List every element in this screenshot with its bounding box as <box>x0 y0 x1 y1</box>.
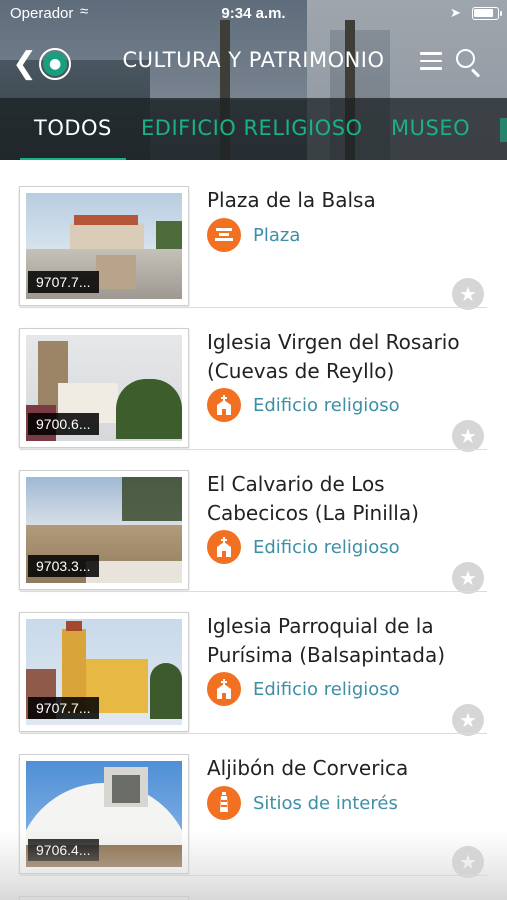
place-thumbnail[interactable] <box>19 896 189 900</box>
tab-next-partial[interactable] <box>500 118 507 142</box>
star-icon: ★ <box>459 424 477 448</box>
star-icon: ★ <box>459 708 477 732</box>
place-thumbnail[interactable]: 9703.3... <box>19 470 189 590</box>
search-icon[interactable] <box>455 48 485 78</box>
tab-museo[interactable]: MUSEO <box>391 116 470 140</box>
header: Operador ≈ 9:34 a.m. ➤ ❮ ● CULTURA Y PAT… <box>0 0 507 160</box>
battery-icon <box>472 7 502 20</box>
place-title[interactable]: Iglesia Parroquial de la Purísima (Balsa… <box>207 612 492 670</box>
place-thumbnail[interactable]: 9707.7... <box>19 612 189 732</box>
hamburger-menu-icon[interactable] <box>420 52 444 72</box>
list-item[interactable]: 9707.7... Iglesia Parroquial de la Purís… <box>0 592 507 736</box>
place-title[interactable]: Aljibón de Corverica <box>207 754 492 783</box>
category-label: Edificio religioso <box>253 678 400 700</box>
list-item[interactable]: 9703.3... El Calvario de Los Cabecicos (… <box>0 450 507 594</box>
place-title[interactable]: El Calvario de Los Cabecicos (La Pinilla… <box>207 470 492 528</box>
plaza-icon <box>207 218 241 252</box>
church-icon <box>207 672 241 706</box>
place-thumbnail[interactable]: 9700.6... <box>19 328 189 448</box>
place-code-badge: 9707.7... <box>28 697 99 719</box>
lighthouse-icon <box>207 786 241 820</box>
status-bar: Operador ≈ 9:34 a.m. ➤ <box>0 0 507 28</box>
favorite-star-button[interactable]: ★ <box>452 278 484 310</box>
star-icon: ★ <box>459 282 477 306</box>
list-item[interactable]: 9707.7... Plaza de la Balsa Plaza ★ <box>0 166 507 310</box>
place-category: Plaza <box>207 218 300 252</box>
place-category: Edificio religioso <box>207 530 400 564</box>
favorite-star-button[interactable]: ★ <box>452 704 484 736</box>
star-icon: ★ <box>459 566 477 590</box>
category-label: Edificio religioso <box>253 394 400 416</box>
category-label: Edificio religioso <box>253 536 400 558</box>
list-item[interactable]: 9706.4... Aljibón de Corverica Sitios de… <box>0 734 507 878</box>
location-arrow-icon: ➤ <box>450 5 461 20</box>
tab-todos[interactable]: TODOS <box>34 116 112 140</box>
status-time: 9:34 a.m. <box>221 5 286 22</box>
place-code-badge: 9706.4... <box>28 839 99 861</box>
place-thumbnail[interactable]: 9706.4... <box>19 754 189 874</box>
list-item[interactable]: 9700.6... Iglesia Virgen del Rosario (Cu… <box>0 308 507 452</box>
favorite-star-button[interactable]: ★ <box>452 420 484 452</box>
church-icon <box>207 388 241 422</box>
places-list: 9707.7... Plaza de la Balsa Plaza ★ 9700… <box>0 166 507 900</box>
place-code-badge: 9703.3... <box>28 555 99 577</box>
category-tabs: TODOS EDIFICIO RELIGIOSO MUSEO <box>0 98 507 160</box>
church-icon <box>207 530 241 564</box>
favorite-star-button[interactable]: ★ <box>452 562 484 594</box>
category-label: Plaza <box>253 224 301 246</box>
place-category: Edificio religioso <box>207 388 400 422</box>
place-category: Edificio religioso <box>207 672 400 706</box>
place-category: Sitios de interés <box>207 786 398 820</box>
place-title[interactable]: Iglesia Virgen del Rosario (Cuevas de Re… <box>207 328 492 386</box>
place-code-badge: 9707.7... <box>28 271 99 293</box>
place-title[interactable]: Plaza de la Balsa <box>207 186 492 215</box>
place-code-badge: 9700.6... <box>28 413 99 435</box>
category-label: Sitios de interés <box>253 792 398 814</box>
active-tab-indicator <box>20 158 126 160</box>
place-thumbnail[interactable]: 9707.7... <box>19 186 189 306</box>
list-item[interactable] <box>0 876 507 900</box>
tab-edificio-religioso[interactable]: EDIFICIO RELIGIOSO <box>141 116 363 140</box>
navigation-bar: ❮ ● CULTURA Y PATRIMONIO <box>0 36 507 88</box>
star-icon: ★ <box>459 850 477 874</box>
favorite-star-button[interactable]: ★ <box>452 846 484 878</box>
